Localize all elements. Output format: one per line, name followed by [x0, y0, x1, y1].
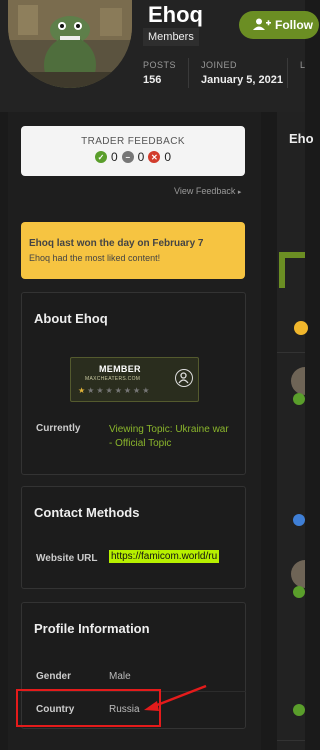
like-heart-icon	[293, 514, 305, 526]
contact-methods-title: Contact Methods	[34, 505, 140, 520]
user-circle-icon	[175, 369, 193, 387]
avatar[interactable]	[8, 0, 132, 88]
follow-button[interactable]: Follow	[239, 11, 319, 39]
contact-methods-box: Contact Methods Website URL https://fami…	[21, 486, 246, 589]
profile-content	[277, 112, 305, 750]
negative-count: 0	[164, 150, 172, 164]
content-tab-bar	[279, 252, 305, 288]
award-title: Ehoq last won the day on February 7	[29, 238, 204, 249]
upvote-icon	[293, 704, 305, 716]
neutral-count: 0	[137, 150, 145, 164]
follow-label: Follow	[275, 18, 313, 32]
gender-value: Male	[109, 671, 131, 682]
day-winner-banner: Ehoq last won the day on February 7 Ehoq…	[21, 222, 245, 279]
annotation-arrow-icon	[144, 684, 207, 711]
trader-feedback-title: TRADER FEEDBACK	[81, 136, 185, 147]
emoji-reaction-icon	[294, 321, 308, 335]
joined-value: January 5, 2021	[201, 74, 283, 86]
content-divider	[277, 740, 305, 741]
comment-icon	[293, 586, 305, 598]
website-url-label: Website URL	[36, 553, 98, 564]
currently-label: Currently	[36, 423, 81, 434]
trader-feedback: TRADER FEEDBACK ✓ 0 − 0 ✕ 0	[21, 126, 245, 176]
view-feedback-label: View Feedback	[174, 186, 236, 196]
posts-value: 156	[143, 74, 162, 86]
rank-site: MAXCHEATERS.COM	[85, 376, 141, 382]
stat-divider	[287, 58, 288, 88]
content-title: Eho	[289, 131, 314, 146]
avatar-image	[8, 0, 132, 88]
profile-information-title: Profile Information	[34, 621, 150, 636]
neutral-minus-icon: −	[121, 151, 134, 163]
group-badge: Members	[143, 28, 199, 46]
content-divider	[277, 352, 305, 353]
add-user-icon	[253, 18, 271, 33]
joined-label: JOINED	[201, 60, 238, 70]
posts-label: POSTS	[143, 60, 177, 70]
website-url-link[interactable]: https://famicom.world/ru	[109, 550, 220, 563]
award-description: Ehoq had the most liked content!	[29, 253, 161, 263]
view-feedback-link[interactable]: View Feedback ▸	[174, 186, 241, 196]
profile-header: Ehoq Members Follow POSTS 156 JOINED Jan…	[0, 0, 319, 112]
profile-username: Ehoq	[148, 2, 203, 27]
stat-divider	[188, 58, 189, 88]
website-url-value: https://famicom.world/ru	[109, 550, 220, 563]
comment-icon	[293, 393, 305, 405]
positive-check-icon: ✓	[94, 151, 107, 163]
last-visited-label: L	[300, 60, 306, 70]
negative-x-icon: ✕	[148, 151, 161, 163]
positive-count: 0	[110, 150, 118, 164]
feedback-counts: ✓ 0 − 0 ✕ 0	[21, 150, 245, 164]
gender-label: Gender	[36, 671, 72, 682]
about-title: About Ehoq	[34, 311, 108, 326]
caret-right-icon: ▸	[237, 189, 242, 196]
currently-link[interactable]: Viewing Topic: Ukraine war - Official To…	[109, 423, 234, 451]
rank-name: MEMBER	[99, 364, 141, 374]
about-box: About Ehoq MEMBER MAXCHEATERS.COM ★★★★★★…	[21, 292, 246, 475]
rank-stars: ★★★★★★★★	[78, 386, 152, 395]
rank-badge: MEMBER MAXCHEATERS.COM ★★★★★★★★	[70, 357, 199, 402]
